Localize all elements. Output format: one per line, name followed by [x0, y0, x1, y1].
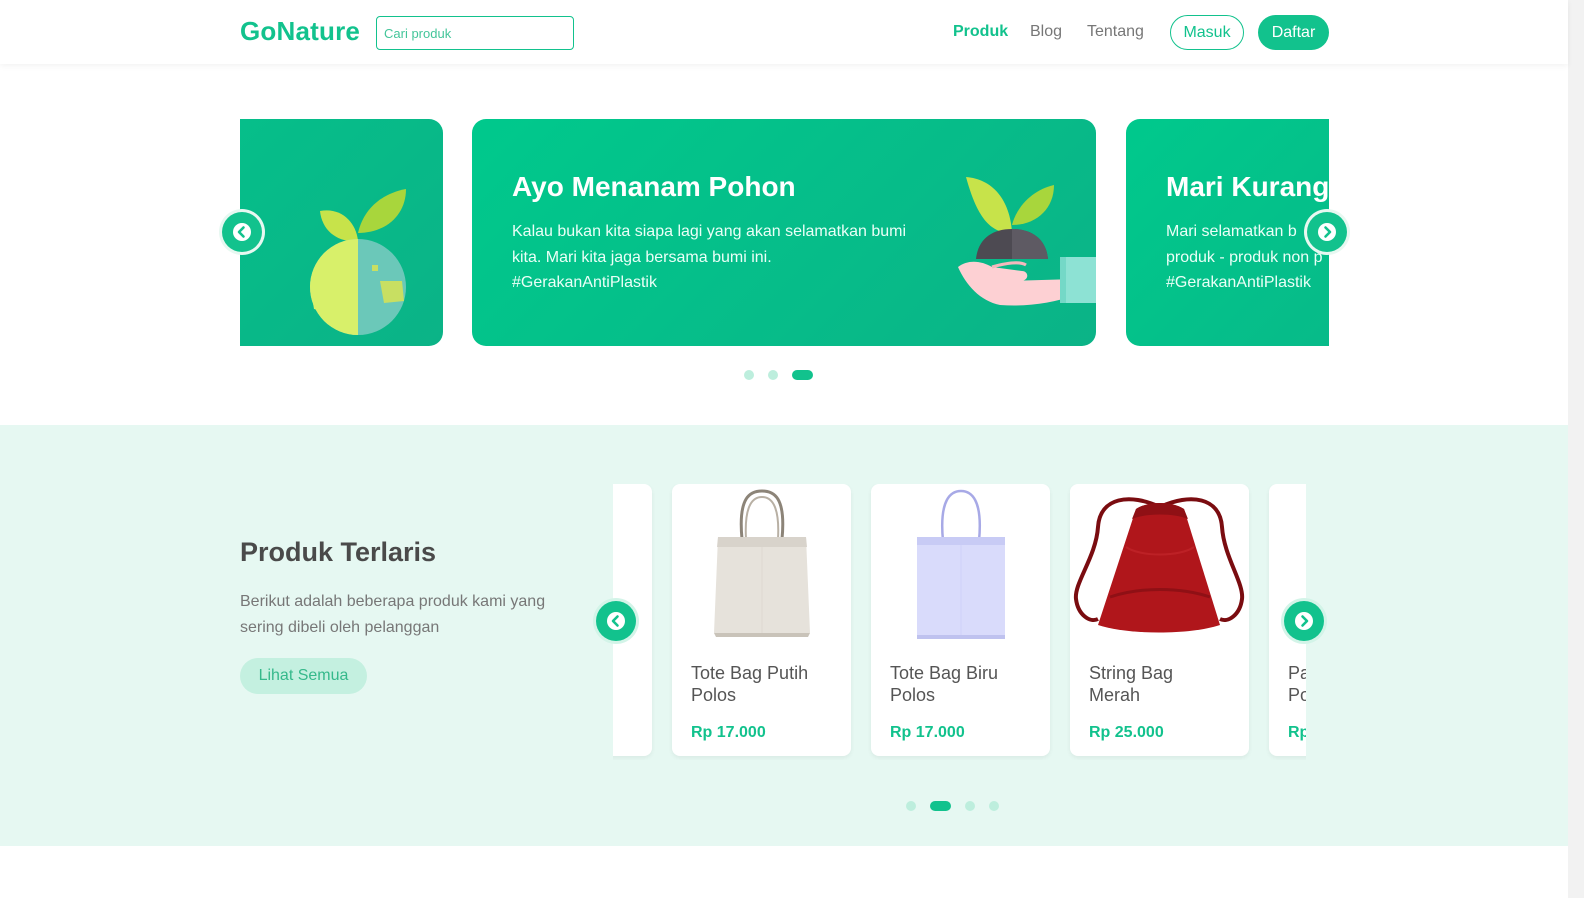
product-price: Rp — [1288, 724, 1306, 741]
hero-slide: mi — [240, 119, 443, 346]
nav-blog[interactable]: Blog — [1030, 23, 1062, 41]
daftar-button[interactable]: Daftar — [1258, 15, 1329, 50]
hand-plant-icon — [958, 177, 1096, 306]
product-image — [672, 484, 851, 644]
bestseller-section: Produk Terlaris Berikut adalah beberapa … — [0, 425, 1568, 846]
blue-tote-bag-image — [900, 486, 1021, 642]
product-price: Rp 25.000 — [1089, 724, 1164, 741]
page-scrollbar[interactable] — [1568, 0, 1584, 898]
slide-text: Kalau bukan kita siapa lagi yang akan se… — [512, 223, 907, 291]
hero-dot-active[interactable] — [792, 370, 813, 380]
site-header: GoNature Produk Blog Tentang Masuk Dafta… — [0, 0, 1568, 64]
hero-dot[interactable] — [768, 370, 778, 380]
product-name: Tote Bag Putih Polos — [691, 663, 809, 705]
product-card[interactable]: Tote Bag Putih Polos Rp 17.000 — [672, 484, 851, 756]
product-dot[interactable] — [965, 801, 975, 811]
product-dot[interactable] — [989, 801, 999, 811]
hero-prev-button[interactable] — [222, 212, 262, 252]
hero-slide: Mari Kurangi Mari selamatkan b produk - … — [1126, 119, 1329, 346]
slide-title: Mari Kurangi — [1166, 171, 1329, 202]
product-carousel: Tote Bag Putih Polos Rp 17.000 Tote Bag … — [613, 484, 1306, 760]
product-name: String Bag Merah — [1089, 663, 1174, 705]
white-tote-bag-image — [701, 486, 822, 642]
product-price: Rp 17.000 — [691, 724, 766, 741]
product-prev-button[interactable] — [596, 601, 636, 641]
see-all-button[interactable]: Lihat Semua — [240, 658, 367, 694]
slide-title: Ayo Menanam Pohon — [512, 171, 796, 202]
product-name: Tote Bag Biru Polos — [890, 663, 999, 705]
product-price: Rp 17.000 — [890, 724, 965, 741]
product-dot-active[interactable] — [930, 801, 951, 811]
hero-dots — [744, 370, 827, 380]
product-card[interactable]: String Bag Merah Rp 25.000 — [1070, 484, 1249, 756]
chevron-right-icon — [1295, 612, 1313, 630]
red-string-bag-image — [1070, 486, 1249, 642]
product-dot[interactable] — [906, 801, 916, 811]
product-dots — [906, 801, 1013, 811]
earth-sprout-icon — [310, 189, 406, 335]
product-card[interactable]: Tote Bag Biru Polos Rp 17.000 — [871, 484, 1050, 756]
masuk-button[interactable]: Masuk — [1170, 15, 1244, 50]
nav-produk[interactable]: Produk — [953, 23, 1008, 41]
product-next-button[interactable] — [1284, 601, 1324, 641]
hero-slider: mi Ayo Menanam Pohon Kalau bukan kita si… — [240, 119, 1329, 346]
section-title: Produk Terlaris — [240, 537, 437, 567]
hero-dot[interactable] — [744, 370, 754, 380]
product-image — [871, 484, 1050, 644]
chevron-right-icon — [1318, 223, 1336, 241]
chevron-left-icon — [233, 223, 251, 241]
search-input[interactable] — [376, 16, 574, 50]
section-description: Berikut adalah beberapa produk kami yang… — [240, 593, 546, 636]
product-image — [1070, 484, 1249, 644]
chevron-left-icon — [607, 612, 625, 630]
nav-tentang[interactable]: Tentang — [1087, 23, 1144, 41]
logo[interactable]: GoNature — [240, 16, 360, 47]
product-name: Pa Po — [1288, 663, 1306, 705]
hero-slide-active: Ayo Menanam Pohon Kalau bukan kita siapa… — [472, 119, 1096, 346]
hero-next-button[interactable] — [1307, 212, 1347, 252]
slide-text: Mari selamatkan b produk - produk non p … — [1166, 223, 1323, 291]
